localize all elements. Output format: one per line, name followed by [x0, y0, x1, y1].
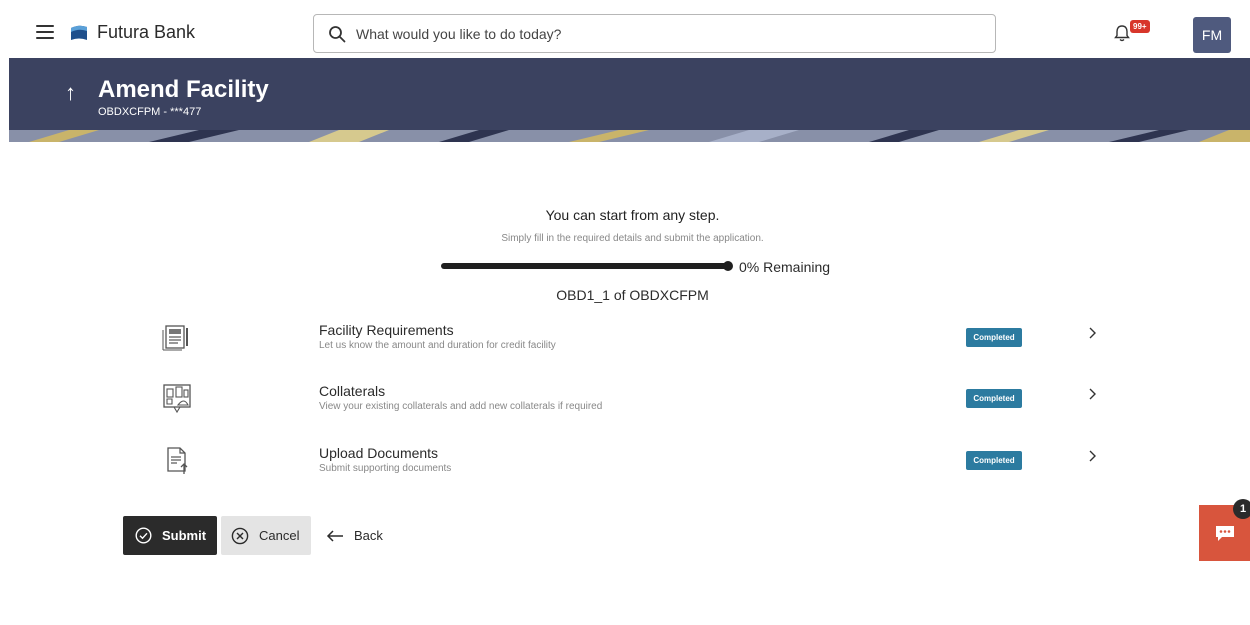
menu-icon[interactable]: [36, 25, 54, 39]
banner-pattern: [9, 130, 1250, 142]
submit-button[interactable]: Submit: [123, 516, 217, 555]
step-title: Facility Requirements: [319, 322, 454, 338]
step-description: Let us know the amount and duration for …: [319, 340, 556, 351]
search-input[interactable]: [356, 23, 976, 45]
property-collateral-icon: [163, 384, 191, 414]
chevron-right-icon[interactable]: [1087, 326, 1097, 340]
status-badge: Completed: [966, 328, 1022, 347]
step-facility-requirements[interactable]: Facility Requirements Let us know the am…: [150, 322, 1110, 366]
top-header: Futura Bank 99+ FM: [0, 0, 1250, 58]
progress-label: 0% Remaining: [739, 259, 831, 275]
step-upload-documents[interactable]: Upload Documents Submit supporting docum…: [150, 445, 1110, 489]
step-title: Upload Documents: [319, 445, 439, 461]
step-description: Submit supporting documents: [319, 463, 452, 474]
page: Futura Bank 99+ FM: [0, 0, 1250, 625]
chevron-right-icon[interactable]: [1087, 387, 1097, 401]
cancel-button[interactable]: Cancel: [221, 516, 311, 555]
chevron-right-icon[interactable]: [1087, 449, 1097, 463]
close-circle-icon: [231, 527, 249, 545]
back-button[interactable]: Back: [322, 516, 392, 555]
application-id: OBD1_1 of OBDXCFPM: [556, 287, 709, 303]
check-circle-icon: [135, 527, 152, 544]
status-badge: Completed: [966, 451, 1022, 470]
bell-icon[interactable]: [1114, 24, 1130, 42]
search-box[interactable]: [313, 14, 996, 53]
status-badge: Completed: [966, 389, 1022, 408]
document-upload-icon: [167, 447, 188, 474]
user-avatar[interactable]: FM: [1193, 17, 1231, 53]
step-collaterals[interactable]: Collaterals View your existing collatera…: [150, 383, 1110, 427]
cancel-label: Cancel: [259, 528, 300, 543]
submit-label: Submit: [162, 528, 207, 543]
page-title: Amend Facility: [98, 76, 269, 103]
bank-logo-icon: [71, 25, 87, 40]
step-title: Collaterals: [319, 383, 386, 399]
progress-marker: [723, 261, 733, 271]
intro-title: You can start from any step.: [545, 207, 720, 223]
account-number: OBDXCFPM - ***477: [98, 106, 202, 118]
back-arrow-icon[interactable]: ↑: [65, 80, 76, 106]
brand-name: Futura Bank: [97, 22, 196, 42]
back-label: Back: [354, 528, 383, 543]
chat-icon: [1216, 526, 1234, 541]
notification-badge: 99+: [1130, 20, 1150, 33]
search-icon: [329, 26, 346, 43]
document-form-icon: [162, 325, 188, 351]
page-banner: ↑ Amend Facility OBDXCFPM - ***477: [9, 58, 1250, 142]
progress-bar: [441, 263, 731, 269]
arrow-left-icon: [326, 530, 343, 542]
intro-subtitle: Simply fill in the required details and …: [501, 233, 764, 244]
chat-count-badge: 1: [1233, 499, 1250, 519]
step-description: View your existing collaterals and add n…: [319, 401, 603, 412]
